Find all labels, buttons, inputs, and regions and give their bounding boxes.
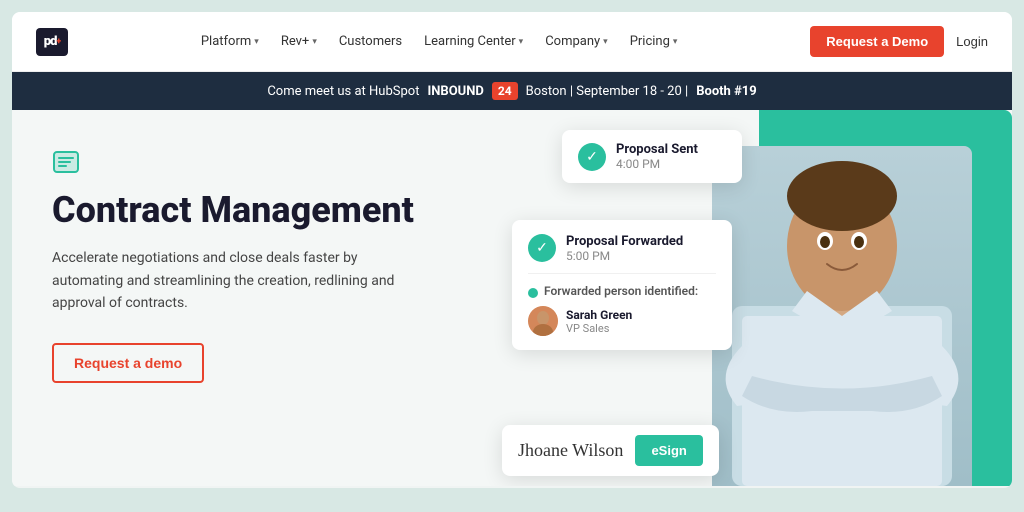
banner-brand: INBOUND (427, 84, 483, 99)
login-button[interactable]: Login (956, 34, 988, 49)
nav-label-customers: Customers (339, 34, 402, 49)
chevron-down-icon: ▾ (519, 37, 524, 47)
forwarded-person-section: Forwarded person identified: (528, 273, 716, 336)
person-details: Sarah Green VP Sales (566, 308, 632, 335)
proposal-sent-time: 4:00 PM (616, 157, 698, 171)
chevron-down-icon: ▾ (312, 37, 317, 47)
signature-text: Jhoane Wilson (518, 440, 623, 461)
nav-label-company: Company (545, 34, 600, 49)
announcement-banner: Come meet us at HubSpot INBOUND 24 Bosto… (12, 72, 1012, 110)
check-icon: ✓ (528, 234, 556, 262)
hero-right: ✓ Proposal Sent 4:00 PM ✓ Proposal Forwa… (552, 110, 1012, 486)
chevron-down-icon: ▾ (603, 37, 608, 47)
forwarded-section-label: Forwarded person identified: (528, 284, 716, 298)
forwarded-label: Proposal Forwarded (566, 234, 683, 249)
nav-item-company[interactable]: Company ▾ (537, 28, 616, 55)
banner-booth: Booth #19 (696, 84, 757, 99)
person-name: Sarah Green (566, 308, 632, 322)
contract-icon (52, 150, 512, 180)
chevron-down-icon: ▾ (254, 37, 259, 47)
hero-title: Contract Management (52, 190, 512, 231)
forwarded-row: ✓ Proposal Forwarded 5:00 PM (528, 234, 716, 263)
card-proposal-forwarded: ✓ Proposal Forwarded 5:00 PM Forwarded p… (512, 220, 732, 350)
hero-section: Contract Management Accelerate negotiati… (12, 110, 1012, 486)
hero-left: Contract Management Accelerate negotiati… (12, 110, 552, 486)
person-title: VP Sales (566, 322, 632, 335)
nav-item-pricing[interactable]: Pricing ▾ (622, 28, 686, 55)
banner-badge: 24 (492, 82, 518, 100)
navbar-actions: Request a Demo Login (810, 26, 988, 57)
main-container: pd + Platform ▾ Rev+ ▾ Customers Learnin… (12, 12, 1012, 488)
proposal-sent-label: Proposal Sent (616, 142, 698, 157)
hero-subtitle: Accelerate negotiations and close deals … (52, 247, 432, 314)
nav-item-platform[interactable]: Platform ▾ (193, 28, 267, 55)
banner-prefix: Come meet us at HubSpot (267, 84, 419, 99)
check-icon: ✓ (578, 143, 606, 171)
chevron-down-icon: ▾ (673, 37, 678, 47)
logo[interactable]: pd + (36, 28, 68, 56)
outer-wrapper: pd + Platform ▾ Rev+ ▾ Customers Learnin… (0, 12, 1024, 512)
nav-label-pricing: Pricing (630, 34, 670, 49)
dot-icon (528, 288, 538, 298)
nav-label-platform: Platform (201, 34, 251, 49)
hero-cta-button[interactable]: Request a demo (52, 343, 204, 383)
nav-label-learning: Learning Center (424, 34, 516, 49)
card-proposal-sent: ✓ Proposal Sent 4:00 PM (562, 130, 742, 183)
logo-text: pd (44, 34, 57, 49)
nav-item-rev[interactable]: Rev+ ▾ (273, 28, 325, 55)
navbar: pd + Platform ▾ Rev+ ▾ Customers Learnin… (12, 12, 1012, 72)
forwarded-section-text: Forwarded person identified: (544, 284, 698, 298)
banner-suffix: Boston | September 18 - 20 | (526, 84, 689, 99)
nav-item-customers[interactable]: Customers (331, 28, 410, 55)
card-proposal-sent-info: Proposal Sent 4:00 PM (616, 142, 698, 171)
esign-button[interactable]: eSign (635, 435, 702, 466)
navbar-nav: Platform ▾ Rev+ ▾ Customers Learning Cen… (193, 28, 686, 55)
forwarded-info: Proposal Forwarded 5:00 PM (566, 234, 683, 263)
card-esign: Jhoane Wilson eSign (502, 425, 719, 476)
logo-box: pd + (36, 28, 68, 56)
nav-label-rev: Rev+ (281, 34, 310, 49)
request-demo-button[interactable]: Request a Demo (810, 26, 944, 57)
forwarded-time: 5:00 PM (566, 249, 683, 263)
nav-item-learning[interactable]: Learning Center ▾ (416, 28, 531, 55)
avatar (528, 306, 558, 336)
person-row: Sarah Green VP Sales (528, 306, 716, 336)
person-photo (712, 146, 972, 486)
